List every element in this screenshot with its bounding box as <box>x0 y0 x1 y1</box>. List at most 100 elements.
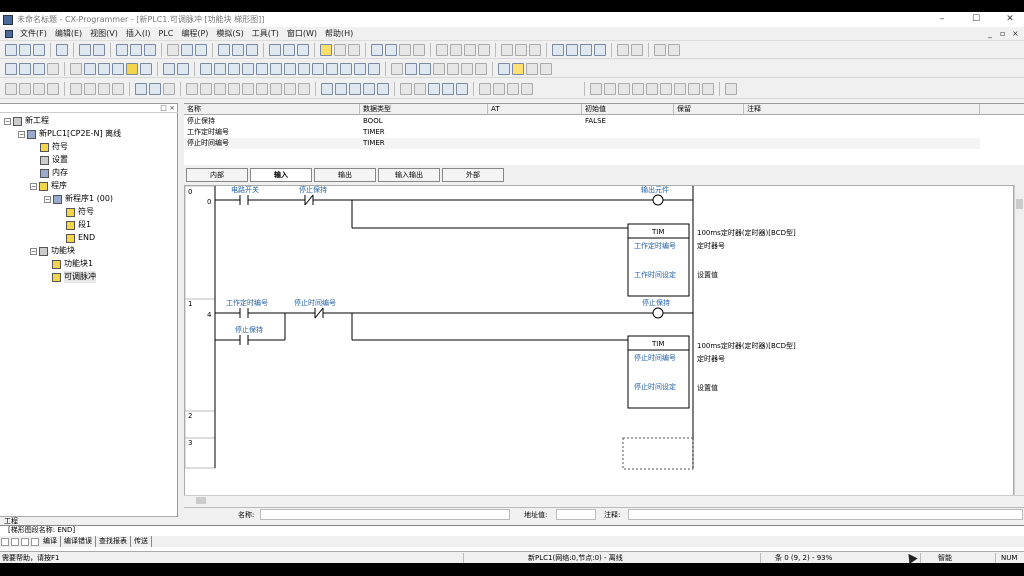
tool-s-icon[interactable] <box>631 43 643 56</box>
tool-g-icon[interactable] <box>436 43 448 56</box>
tool-l-icon[interactable] <box>515 43 527 56</box>
stop-icon[interactable] <box>228 82 240 95</box>
zoom-out-icon[interactable] <box>33 62 45 75</box>
info-icon[interactable] <box>283 43 295 56</box>
comment-field[interactable] <box>628 509 1023 520</box>
tool-k-icon[interactable] <box>501 43 513 56</box>
sim-a-icon[interactable] <box>186 82 198 95</box>
continue-icon[interactable] <box>298 82 310 95</box>
name-field[interactable] <box>260 509 510 520</box>
tree-node-program1[interactable]: − 新程序1 (00) <box>44 193 113 205</box>
address-field[interactable] <box>556 509 596 520</box>
window-e-icon[interactable] <box>377 82 389 95</box>
step-out-icon[interactable] <box>284 82 296 95</box>
tool-w-icon[interactable] <box>405 62 417 75</box>
contact-or-icon[interactable] <box>242 62 254 75</box>
tool-ab-icon[interactable] <box>475 62 487 75</box>
coil-nc-icon[interactable] <box>312 62 324 75</box>
tool-r-icon[interactable] <box>617 43 629 56</box>
window-d-icon[interactable] <box>363 82 375 95</box>
window-m-icon[interactable] <box>507 82 519 95</box>
tree-node-pulse-fb[interactable]: 可调脉冲 <box>52 271 96 283</box>
table-row[interactable]: 工作定时编号 TIMER <box>184 127 980 138</box>
align-i-icon[interactable] <box>702 82 714 95</box>
save-icon[interactable] <box>33 43 45 56</box>
tool-o-icon[interactable] <box>566 43 578 56</box>
tree-header[interactable]: □ × <box>0 104 178 113</box>
tree-node-section1[interactable]: 段1 <box>66 219 91 231</box>
tool-af-icon[interactable] <box>540 62 552 75</box>
online-f-icon[interactable] <box>84 82 96 95</box>
online-i-icon[interactable] <box>135 82 147 95</box>
online-a-icon[interactable] <box>5 82 17 95</box>
align-b-icon[interactable] <box>604 82 616 95</box>
tool-aa-icon[interactable] <box>461 62 473 75</box>
tree-node-plc[interactable]: − 新PLC1[CP2E-N] 离线 <box>18 128 121 140</box>
tool-a-icon[interactable] <box>334 43 346 56</box>
doc-close-button[interactable]: × <box>1012 27 1019 41</box>
minimize-button[interactable]: – <box>928 12 956 27</box>
instruction-icon[interactable] <box>326 62 338 75</box>
horizontal-scrollbar[interactable] <box>184 495 1024 505</box>
tool-e-icon[interactable] <box>399 43 411 56</box>
align-c-icon[interactable] <box>618 82 630 95</box>
tool-x-icon[interactable] <box>419 62 431 75</box>
online-h-icon[interactable] <box>112 82 124 95</box>
contact-ornc-icon[interactable] <box>256 62 268 75</box>
online-g-icon[interactable] <box>98 82 110 95</box>
online-j-icon[interactable] <box>149 82 161 95</box>
tree-node-fb1[interactable]: 功能块1 <box>52 258 93 270</box>
redo-icon[interactable] <box>195 43 207 56</box>
doc-restore-button[interactable]: ▫ <box>1000 27 1005 41</box>
tree-node-project[interactable]: − 新工程 <box>4 115 49 127</box>
tool-c-icon[interactable] <box>371 43 383 56</box>
tool-ad-icon[interactable] <box>512 62 524 75</box>
sim-b-icon[interactable] <box>200 82 212 95</box>
contact-nc-icon[interactable] <box>228 62 240 75</box>
list-icon[interactable] <box>98 62 110 75</box>
undo-icon[interactable] <box>181 43 193 56</box>
step-into-icon[interactable] <box>270 82 282 95</box>
find-icon[interactable] <box>218 43 230 56</box>
col-retain[interactable]: 保留 <box>674 104 744 115</box>
table-row[interactable]: 停止时间编号 TIMER <box>184 138 980 149</box>
window-j-icon[interactable] <box>456 82 468 95</box>
maximize-button[interactable]: ☐ <box>962 12 990 27</box>
window-h-icon[interactable] <box>428 82 440 95</box>
tool-t-icon[interactable] <box>654 43 666 56</box>
mnemonic-icon[interactable] <box>140 62 152 75</box>
online-c-icon[interactable] <box>33 82 45 95</box>
pause-icon[interactable] <box>242 82 254 95</box>
window-c-icon[interactable] <box>349 82 361 95</box>
close-button[interactable]: ✕ <box>996 12 1024 27</box>
menu-simulate[interactable]: 模拟(S) <box>212 28 247 39</box>
align-f-icon[interactable] <box>660 82 672 95</box>
tab-internal[interactable]: 内部 <box>186 168 248 182</box>
window-k-icon[interactable] <box>479 82 491 95</box>
run-icon[interactable] <box>214 82 226 95</box>
tree-node-programs[interactable]: − 程序 <box>30 180 67 192</box>
tool-d-icon[interactable] <box>385 43 397 56</box>
copy-icon[interactable] <box>130 43 142 56</box>
tool-h-icon[interactable] <box>450 43 462 56</box>
hline-icon[interactable] <box>284 62 296 75</box>
tree-node-settings[interactable]: 设置 <box>40 154 68 166</box>
st-view-icon[interactable] <box>126 62 138 75</box>
col-init[interactable]: 初始值 <box>582 104 674 115</box>
nav-next-icon[interactable] <box>21 537 29 546</box>
tool-u-icon[interactable] <box>668 43 680 56</box>
col-name[interactable]: 名称 <box>184 104 360 115</box>
nav-last-icon[interactable] <box>31 537 39 546</box>
tab-inout[interactable]: 输入输出 <box>378 168 440 182</box>
table-row[interactable]: 停止保持 BOOL FALSE <box>184 116 980 127</box>
window-f-icon[interactable] <box>400 82 412 95</box>
tree-node-end[interactable]: END <box>66 232 95 244</box>
tool-p-icon[interactable] <box>580 43 592 56</box>
window-l-icon[interactable] <box>493 82 505 95</box>
table-icon[interactable] <box>177 62 189 75</box>
tab-output[interactable]: 输出 <box>314 168 376 182</box>
compile-icon[interactable] <box>167 43 179 56</box>
vertical-scrollbar[interactable] <box>1014 185 1024 505</box>
monitor-icon[interactable] <box>163 62 175 75</box>
window-g-icon[interactable] <box>414 82 426 95</box>
